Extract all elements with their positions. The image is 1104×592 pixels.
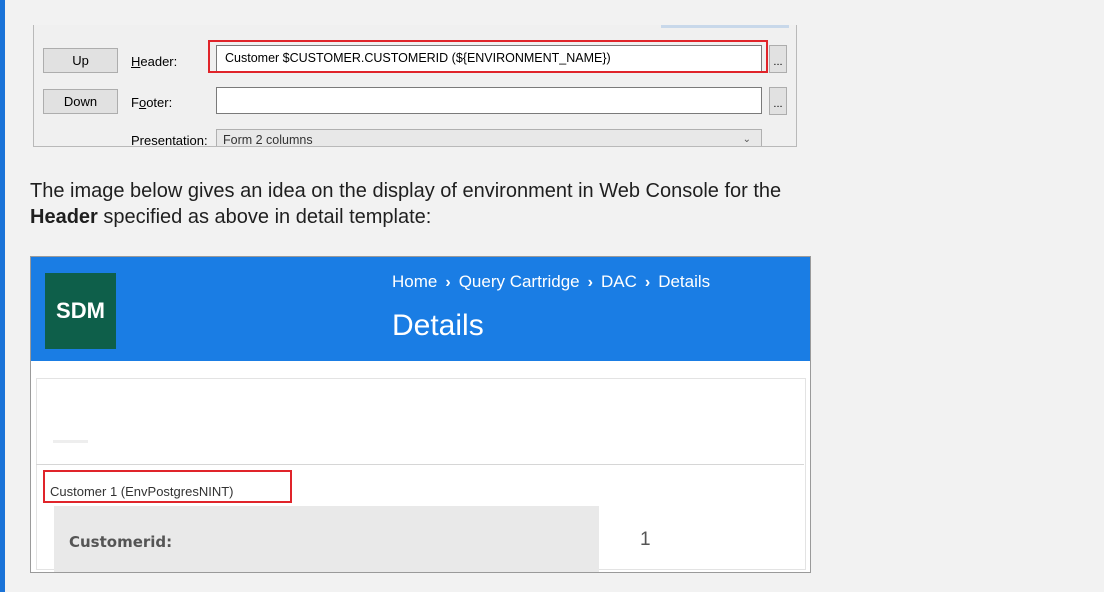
presentation-select[interactable]: Form 2 columns ⌄ bbox=[216, 129, 762, 147]
page-title: Details bbox=[392, 309, 484, 342]
presentation-value: Form 2 columns bbox=[223, 133, 313, 147]
breadcrumb-details: Details bbox=[658, 272, 711, 291]
description-bold-term: Header bbox=[30, 206, 98, 228]
header-label: Header: bbox=[131, 54, 178, 69]
template-dialog-screenshot: Up Down Header: Footer: Customer $CUSTOM… bbox=[33, 25, 797, 147]
down-button[interactable]: Down bbox=[43, 89, 118, 114]
header-browse-button[interactable]: ... bbox=[769, 45, 787, 73]
chevron-down-icon: ⌄ bbox=[742, 134, 751, 145]
breadcrumb: Home › Query Cartridge › DAC › Details bbox=[392, 272, 710, 292]
up-button[interactable]: Up bbox=[43, 48, 118, 73]
header-highlight-box bbox=[208, 40, 768, 73]
placeholder-mark bbox=[53, 440, 88, 443]
console-header-banner: SDM Home › Query Cartridge › DAC › Details Det… bbox=[31, 257, 810, 361]
footer-label: Footer: bbox=[131, 95, 173, 110]
sdm-logo: SDM bbox=[45, 273, 116, 349]
web-console-screenshot: SDM Home › Query Cartridge › DAC › Details Det… bbox=[30, 256, 811, 573]
chevron-right-icon: › bbox=[445, 274, 451, 291]
description-paragraph: The image below gives an idea on the dis… bbox=[30, 178, 1030, 230]
breadcrumb-home[interactable]: Home bbox=[392, 272, 437, 291]
chevron-right-icon: › bbox=[587, 274, 593, 291]
description-line-2: specified as above in detail template: bbox=[97, 206, 432, 228]
footer-input[interactable] bbox=[216, 87, 762, 114]
breadcrumb-query-cartridge[interactable]: Query Cartridge bbox=[459, 272, 580, 291]
customerid-label: Customerid: bbox=[69, 533, 173, 551]
breadcrumb-dac[interactable]: DAC bbox=[601, 272, 637, 291]
footer-browse-button[interactable]: ... bbox=[769, 87, 787, 115]
customer-highlight-box bbox=[43, 470, 292, 503]
left-accent-bar bbox=[0, 0, 5, 592]
chevron-right-icon: › bbox=[644, 274, 651, 291]
description-line-1: The image below gives an idea on the dis… bbox=[30, 180, 782, 202]
dialog-top-edge bbox=[661, 25, 789, 28]
customerid-value: 1 bbox=[640, 529, 651, 550]
presentation-label: Presentation: bbox=[131, 133, 208, 147]
panel-divider bbox=[36, 464, 804, 465]
